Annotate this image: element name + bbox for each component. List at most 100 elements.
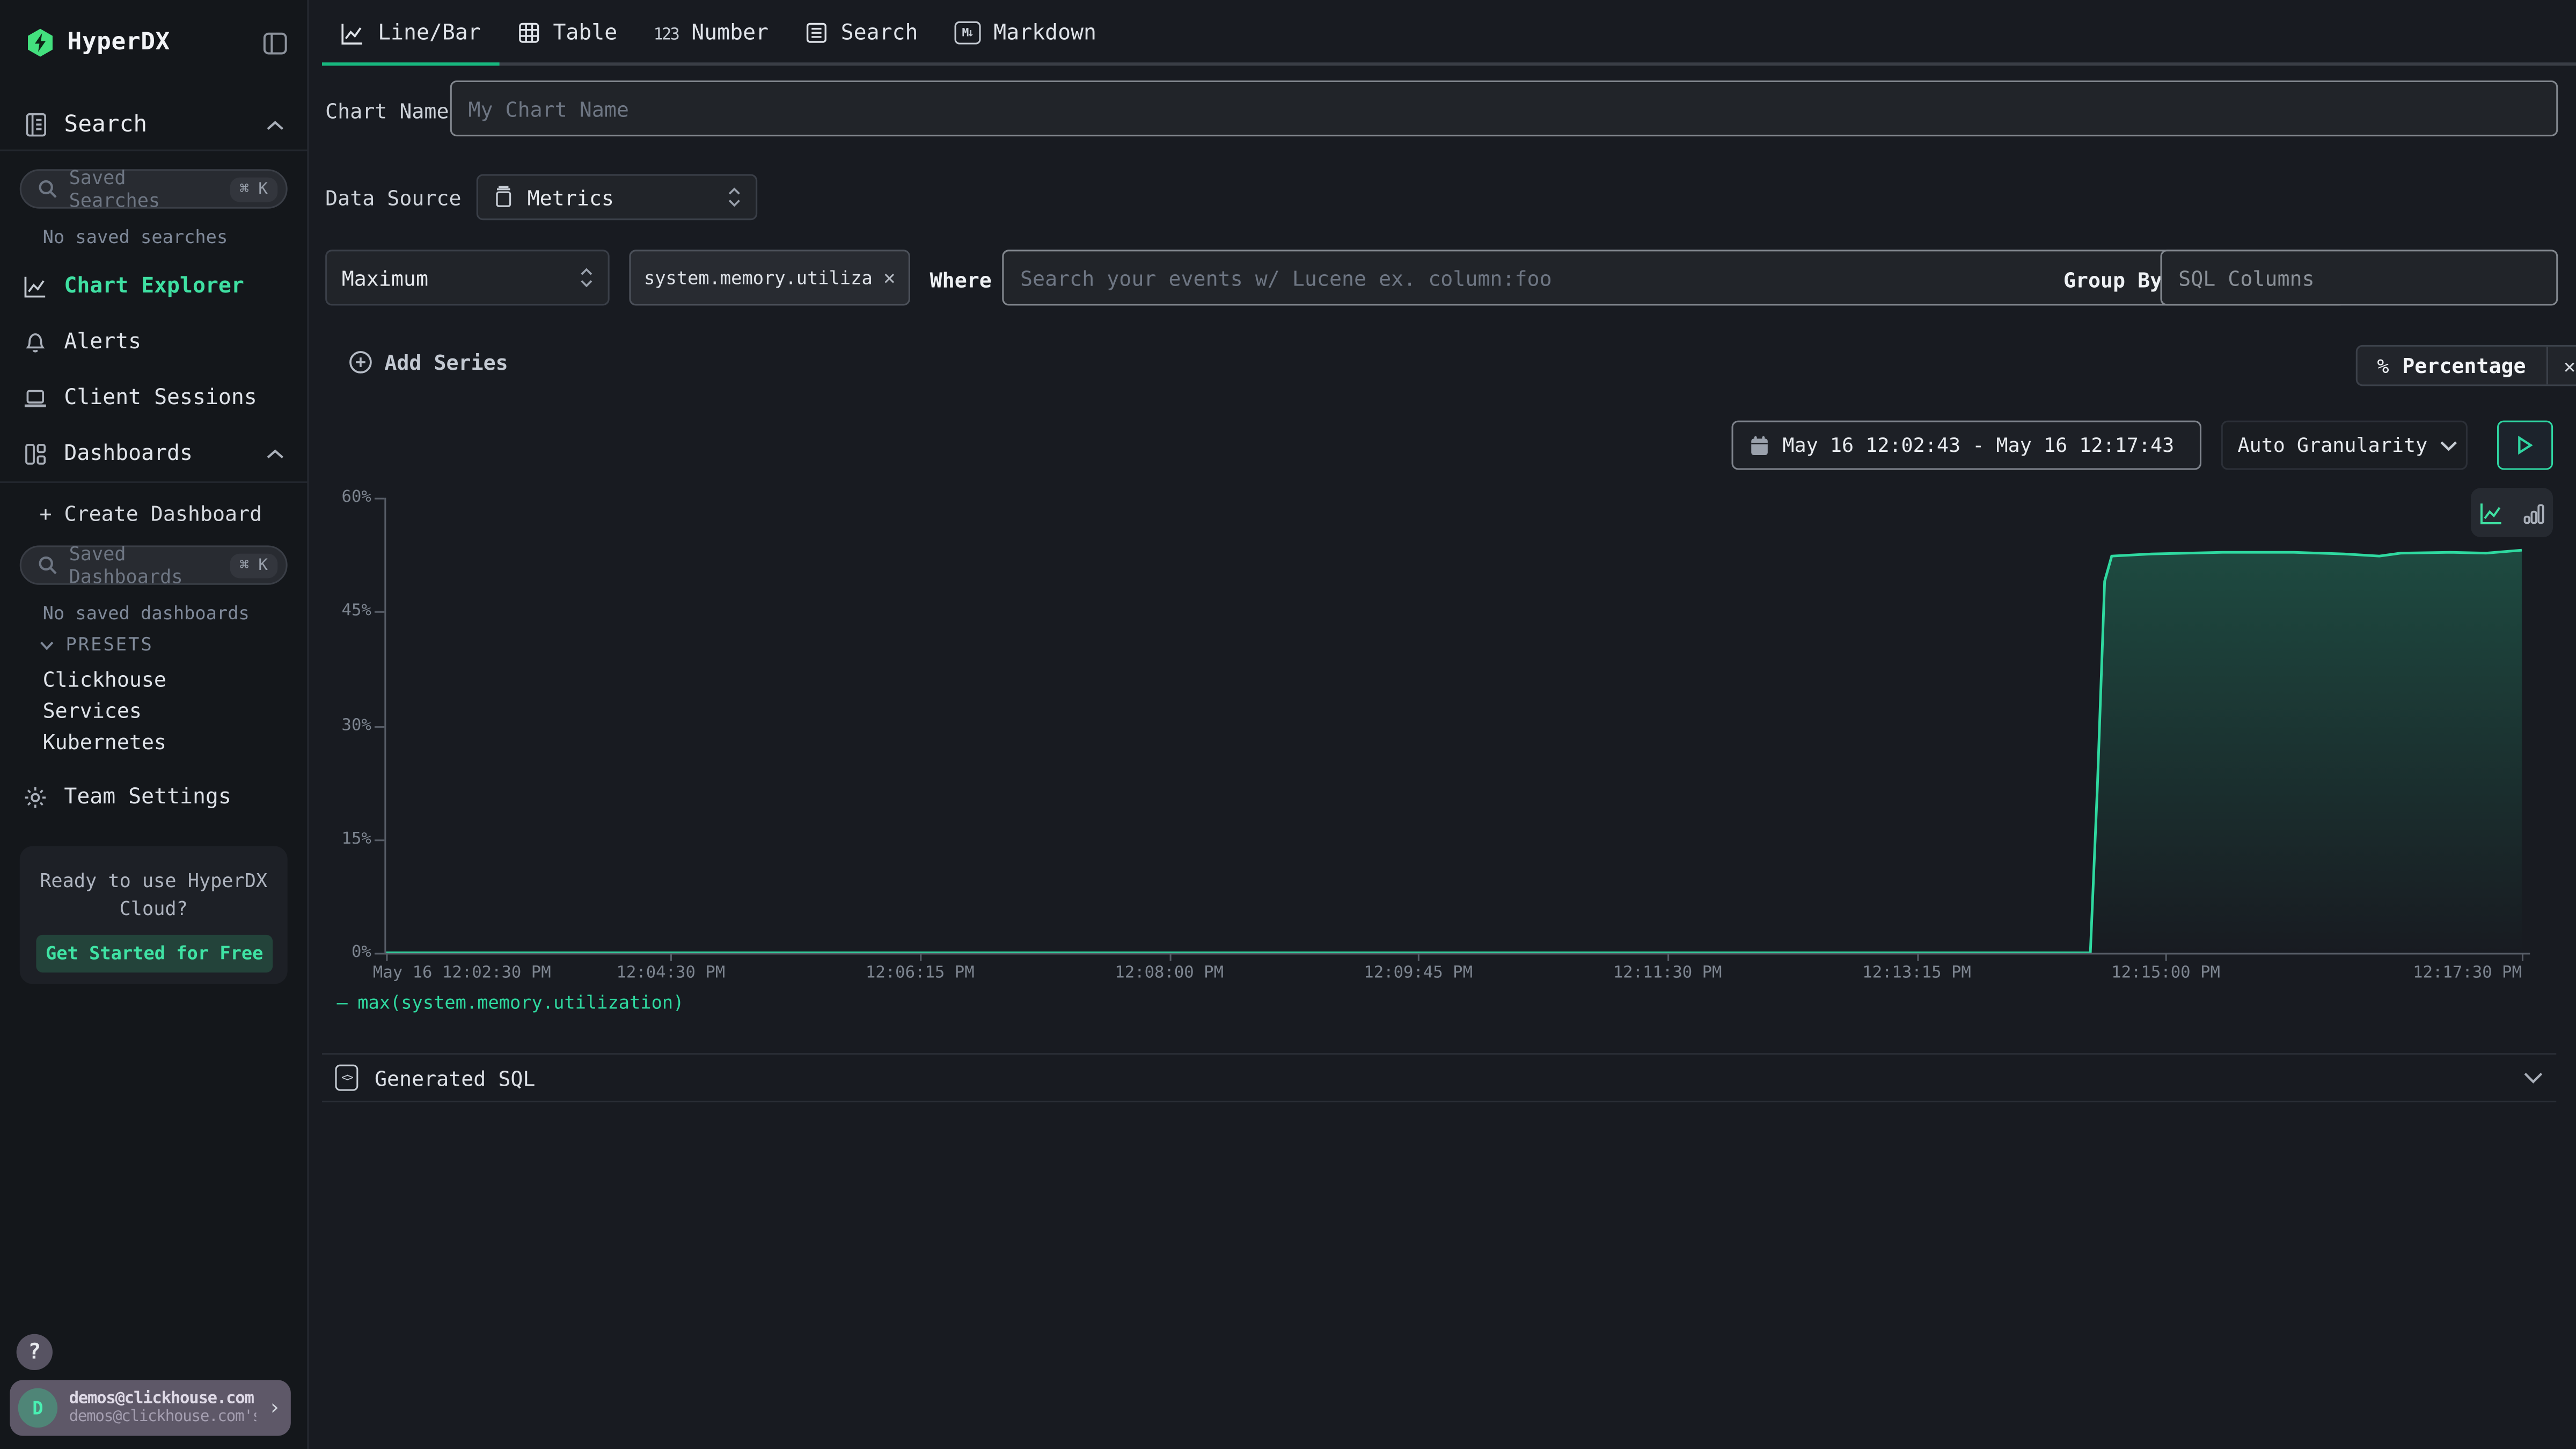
y-tick-label: 30% bbox=[342, 716, 371, 735]
chevron-down-icon bbox=[2523, 1071, 2543, 1084]
run-query-button[interactable] bbox=[2497, 421, 2553, 470]
sidebar-item-client-sessions[interactable]: Client Sessions bbox=[0, 375, 307, 421]
sidebar-item-team-settings[interactable]: Team Settings bbox=[0, 774, 307, 820]
y-tick-label: 45% bbox=[342, 603, 371, 621]
y-tick-label: 15% bbox=[342, 830, 371, 848]
table-icon bbox=[517, 21, 540, 45]
add-series-button[interactable]: Add Series bbox=[348, 350, 508, 375]
tab-search[interactable]: Search bbox=[787, 0, 936, 65]
data-source-value: Metrics bbox=[528, 185, 715, 209]
saved-dashboards-placeholder: Saved Dashboards bbox=[69, 542, 218, 588]
chevron-up-icon[interactable] bbox=[266, 119, 284, 130]
help-button[interactable]: ? bbox=[17, 1334, 53, 1370]
dashboards-icon bbox=[23, 441, 48, 466]
tab-markdown[interactable]: M↓Markdown bbox=[936, 0, 1115, 65]
x-tick-label: 12:17:30 PM bbox=[2413, 964, 2522, 983]
x-tick bbox=[1169, 953, 1171, 961]
active-tab-underline bbox=[322, 62, 500, 66]
presets-label: PRESETS bbox=[65, 634, 153, 656]
preset-kubernetes[interactable]: Kubernetes bbox=[43, 729, 166, 754]
tab-number[interactable]: 123Number bbox=[635, 0, 787, 65]
preset-clickhouse[interactable]: Clickhouse bbox=[43, 667, 166, 692]
data-source-label: Data Source bbox=[325, 186, 461, 210]
sidebar-item-alerts[interactable]: Alerts bbox=[0, 319, 307, 365]
saved-searches-input[interactable]: Saved Searches ⌘ K bbox=[20, 169, 288, 208]
x-tick bbox=[1917, 953, 1919, 961]
granularity-select[interactable]: Auto Granularity bbox=[2221, 421, 2468, 470]
data-source-select[interactable]: Metrics bbox=[477, 174, 757, 220]
chart-plot-area[interactable]: 0%15%30%45%60%May 16 12:02:30 PM12:04:30… bbox=[386, 498, 2522, 953]
series-area-fill bbox=[386, 550, 2522, 953]
presets-toggle[interactable]: PRESETS bbox=[39, 634, 153, 656]
play-icon bbox=[2517, 435, 2534, 455]
generated-sql-label: Generated SQL bbox=[375, 1065, 2507, 1090]
bell-icon bbox=[23, 330, 48, 354]
cloud-promo-line2: Cloud? bbox=[36, 895, 271, 922]
client-sessions-label: Client Sessions bbox=[64, 385, 257, 410]
alerts-label: Alerts bbox=[64, 330, 141, 354]
bar-chart-icon[interactable] bbox=[2523, 500, 2545, 525]
x-tick-label: 12:08:00 PM bbox=[1115, 964, 1224, 983]
chart-name-input[interactable]: My Chart Name bbox=[450, 80, 2558, 136]
percentage-button[interactable]: % Percentage bbox=[2358, 347, 2546, 384]
date-range-button[interactable]: May 16 12:02:43 - May 16 12:17:43 bbox=[1732, 421, 2202, 470]
granularity-value: Auto Granularity bbox=[2237, 434, 2427, 457]
chevron-right-icon: › bbox=[268, 1395, 281, 1420]
user-email: demos@clickhouse.com bbox=[69, 1390, 257, 1408]
journal-icon bbox=[23, 112, 49, 138]
x-tick-label: 12:13:15 PM bbox=[1862, 964, 1971, 983]
y-tick-label: 60% bbox=[342, 489, 371, 507]
y-tick bbox=[375, 839, 384, 841]
cloud-promo-line1: Ready to use HyperDX bbox=[36, 867, 271, 895]
metric-field-tag[interactable]: system.memory.utiliza ✕ bbox=[629, 250, 910, 305]
sidebar: HyperDX Search Sav bbox=[0, 0, 309, 1449]
legend-series-label: max(system.memory.utilization) bbox=[357, 992, 684, 1014]
avatar: D bbox=[18, 1388, 57, 1428]
app-title: HyperDX bbox=[68, 30, 170, 56]
list-icon bbox=[804, 21, 828, 45]
add-series-label: Add Series bbox=[384, 350, 508, 375]
x-tick bbox=[671, 953, 672, 961]
sidebar-item-chart-explorer[interactable]: Chart Explorer bbox=[0, 263, 307, 309]
preset-services[interactable]: Services bbox=[43, 698, 142, 723]
x-tick bbox=[1667, 953, 1669, 961]
aggregation-value: Maximum bbox=[342, 265, 567, 290]
y-tick bbox=[375, 612, 384, 613]
group-by-input[interactable]: SQL Columns bbox=[2160, 250, 2558, 305]
close-icon[interactable]: ✕ bbox=[883, 266, 895, 289]
percentage-close-button[interactable]: ✕ bbox=[2545, 347, 2576, 384]
database-icon bbox=[493, 186, 514, 209]
get-started-button[interactable]: Get Started for Free bbox=[36, 935, 273, 973]
user-menu[interactable]: D demos@clickhouse.com demos@clickhouse.… bbox=[10, 1380, 290, 1436]
sidebar-item-search[interactable]: Search bbox=[0, 104, 307, 147]
tab-line-bar[interactable]: Line/Bar bbox=[322, 0, 499, 65]
chevron-up-icon[interactable] bbox=[266, 448, 284, 459]
saved-dashboards-input[interactable]: Saved Dashboards ⌘ K bbox=[20, 545, 288, 584]
y-tick-label: 0% bbox=[352, 944, 371, 962]
x-tick bbox=[2522, 953, 2523, 961]
chevron-down-icon bbox=[39, 640, 54, 649]
team-settings-label: Team Settings bbox=[64, 785, 231, 809]
y-tick bbox=[375, 498, 384, 500]
x-tick-label: 12:11:30 PM bbox=[1613, 964, 1722, 983]
x-tick-label: 12:06:15 PM bbox=[866, 964, 975, 983]
tab-label: Table bbox=[553, 20, 617, 45]
create-dashboard-button[interactable]: + Create Dashboard bbox=[39, 501, 262, 526]
saved-searches-placeholder: Saved Searches bbox=[69, 166, 218, 212]
sidebar-item-dashboards[interactable]: Dashboards bbox=[0, 430, 307, 477]
y-tick bbox=[375, 953, 384, 954]
chart-explorer-label: Chart Explorer bbox=[64, 274, 244, 298]
chart-svg bbox=[386, 498, 2522, 953]
no-saved-dashboards-note: No saved dashboards bbox=[43, 603, 250, 624]
tab-table[interactable]: Table bbox=[499, 0, 635, 65]
updown-chevron-icon bbox=[728, 187, 741, 207]
x-tick-label: 12:09:45 PM bbox=[1364, 964, 1473, 983]
aggregation-select[interactable]: Maximum bbox=[325, 250, 610, 305]
gear-icon bbox=[23, 785, 48, 809]
chevron-down-icon bbox=[2439, 440, 2457, 451]
sidebar-collapse-icon[interactable] bbox=[263, 31, 288, 55]
chart-name-placeholder: My Chart Name bbox=[468, 96, 629, 121]
tab-label: Line/Bar bbox=[378, 20, 481, 45]
percentage-toggle-group: % Percentage ✕ bbox=[2356, 345, 2576, 386]
generated-sql-toggle[interactable]: <> Generated SQL bbox=[322, 1053, 2556, 1102]
